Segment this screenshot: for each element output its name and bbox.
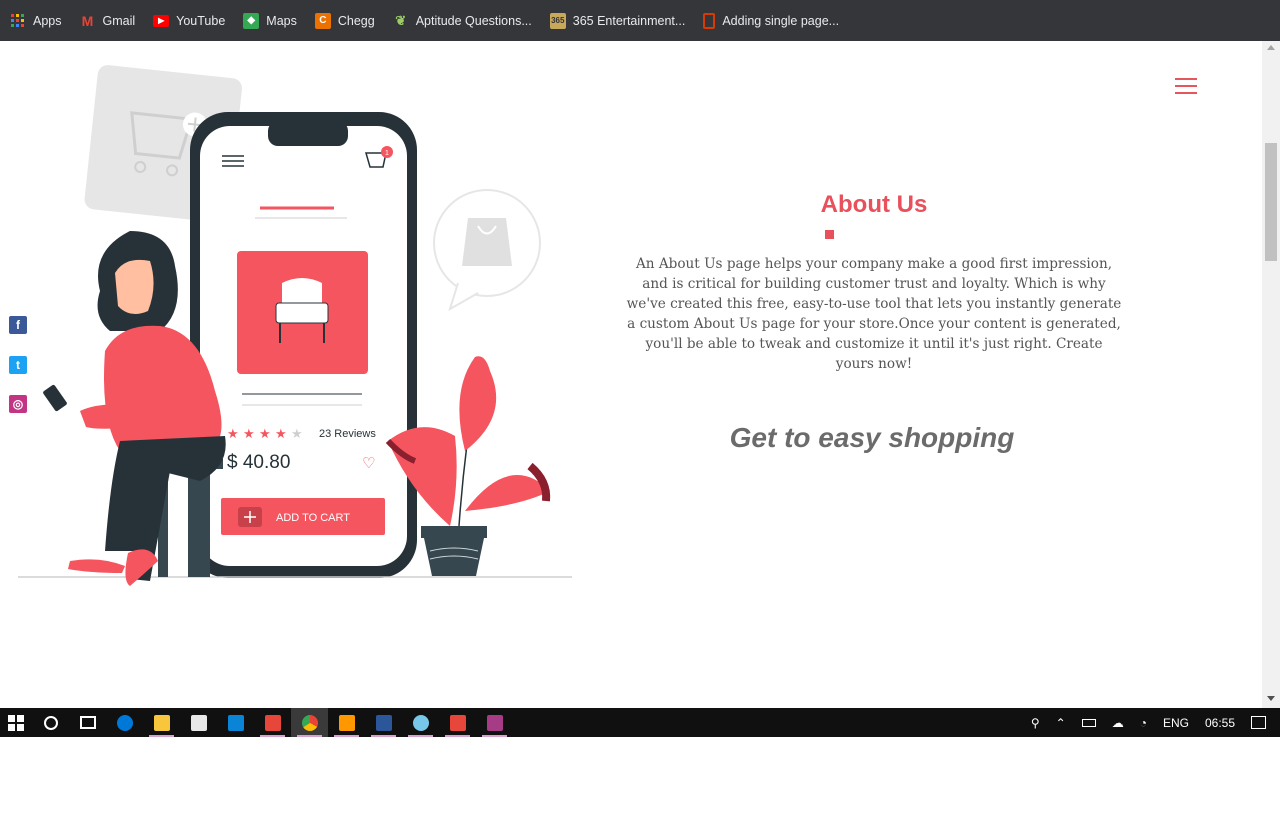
- system-tray: ⚲ ⌃ ☁ ◔ ENG 06:55: [1023, 708, 1280, 737]
- about-us-text: An About Us page helps your company make…: [626, 256, 1122, 372]
- twitter-icon[interactable]: t: [9, 356, 27, 374]
- bag-bubble: [433, 189, 541, 312]
- menu-bar: [1175, 92, 1197, 94]
- bookmark-gmail[interactable]: M Gmail: [80, 13, 136, 29]
- shopping-illustration: 1 ★ ★ ★ ★ ★ 23 Reviews $ 40.80 ♡ ADD TO …: [18, 65, 572, 586]
- bookmark-label: YouTube: [176, 13, 226, 28]
- page-content: 1 ★ ★ ★ ★ ★ 23 Reviews $ 40.80 ♡ ADD TO …: [0, 41, 1262, 708]
- bookmark-label: Apps: [33, 13, 62, 28]
- taskbar-paint[interactable]: [402, 708, 439, 737]
- taskbar-chrome[interactable]: [291, 708, 328, 737]
- circle-icon: [43, 715, 58, 730]
- notification-icon[interactable]: [1251, 716, 1266, 729]
- taskbar-edge[interactable]: [106, 708, 143, 737]
- rating-stars: ★ ★ ★ ★ ★: [227, 427, 303, 442]
- bookmark-adding-single-page[interactable]: Adding single page...: [703, 12, 840, 29]
- bookmark-youtube[interactable]: ▶ YouTube: [153, 14, 225, 28]
- chevron-up-icon[interactable]: ⌃: [1056, 716, 1066, 730]
- svg-text:★: ★: [275, 427, 287, 442]
- bookmark-365[interactable]: 365 365 Entertainment...: [549, 12, 686, 29]
- svg-text:★: ★: [291, 427, 303, 442]
- language-indicator[interactable]: ENG: [1163, 716, 1189, 730]
- task-view-icon: [79, 716, 96, 729]
- onedrive-icon[interactable]: ☁: [1112, 716, 1124, 730]
- bookmark-label: Gmail: [102, 13, 136, 28]
- heart-icon: ♡: [362, 454, 375, 472]
- wifi-icon[interactable]: ◔: [1140, 716, 1147, 730]
- windows-taskbar: ⚲ ⌃ ☁ ◔ ENG 06:55: [0, 708, 1280, 737]
- blank-area: [0, 737, 1280, 824]
- folder-icon: [153, 714, 170, 731]
- facebook-icon[interactable]: f: [9, 316, 27, 334]
- svg-text:★: ★: [227, 427, 239, 442]
- cortana-button[interactable]: [32, 708, 69, 737]
- taskbar-red-app-2[interactable]: [439, 708, 476, 737]
- mail-icon: [227, 714, 244, 731]
- bookmarks-bar: Apps M Gmail ▶ YouTube ◆ Maps C Chegg ❦ …: [0, 0, 1280, 41]
- maps-icon: ◆: [243, 12, 260, 29]
- task-view-button[interactable]: [69, 708, 106, 737]
- taskbar-sublime[interactable]: [328, 708, 365, 737]
- instagram-icon[interactable]: ◎: [9, 395, 27, 413]
- gmail-icon: M: [81, 12, 94, 29]
- bookmark-label: Adding single page...: [722, 13, 840, 28]
- facebook-glyph: f: [16, 318, 20, 332]
- bookmark-label: 365 Entertainment...: [572, 13, 686, 28]
- cart-badge: 1: [385, 150, 389, 157]
- menu-hamburger-button[interactable]: [1175, 78, 1197, 95]
- sublime-icon: [338, 714, 355, 731]
- chegg-icon: C: [314, 12, 331, 29]
- phone-mockup: 1 ★ ★ ★ ★ ★ 23 Reviews $ 40.80 ♡ ADD TO …: [190, 112, 417, 578]
- bookmark-chegg[interactable]: C Chegg: [314, 12, 375, 29]
- office-icon: [703, 12, 716, 29]
- youtube-icon: ▶: [153, 14, 170, 27]
- red-app-icon: [264, 714, 281, 731]
- taskbar-mail[interactable]: [217, 708, 254, 737]
- start-button[interactable]: [0, 708, 32, 737]
- winrar-icon: [486, 714, 503, 731]
- bookmark-label: Chegg: [337, 13, 375, 28]
- menu-bar: [1175, 85, 1197, 87]
- scroll-down-arrow-icon[interactable]: [1267, 696, 1275, 701]
- bookmark-label: Maps: [266, 13, 297, 28]
- red-app-2-icon: [449, 714, 466, 731]
- scrollbar-thumb[interactable]: [1265, 143, 1277, 261]
- reviews-count: 23 Reviews: [319, 428, 376, 440]
- people-icon[interactable]: ⚲: [1031, 716, 1040, 730]
- tagline: Get to easy shopping: [729, 422, 1015, 453]
- clock[interactable]: 06:55: [1205, 716, 1235, 730]
- bookmark-apps[interactable]: Apps: [10, 13, 62, 29]
- vertical-scrollbar[interactable]: [1262, 41, 1280, 708]
- about-us-title: About Us: [820, 191, 928, 218]
- leaf-icon: ❦: [395, 12, 407, 28]
- apps-grid-icon: [10, 13, 26, 29]
- bookmark-label: Aptitude Questions...: [415, 13, 532, 28]
- taskbar-word[interactable]: [365, 708, 402, 737]
- bookmark-maps[interactable]: ◆ Maps: [243, 12, 297, 29]
- chrome-icon: [301, 714, 318, 731]
- edge-icon: [116, 714, 133, 731]
- twitter-glyph: t: [16, 358, 20, 372]
- windows-logo-icon: [8, 714, 24, 731]
- svg-text:★: ★: [243, 427, 255, 442]
- paint-icon: [412, 714, 429, 731]
- 365-icon: 365: [549, 12, 566, 29]
- price-label: $ 40.80: [227, 452, 290, 473]
- battery-icon[interactable]: [1081, 718, 1096, 727]
- taskbar-file-explorer[interactable]: [143, 708, 180, 737]
- instagram-glyph: ◎: [12, 397, 24, 411]
- menu-bar: [1175, 78, 1197, 80]
- taskbar-red-app[interactable]: [254, 708, 291, 737]
- scroll-up-arrow-icon[interactable]: [1267, 45, 1275, 50]
- add-to-cart-label: ADD TO CART: [276, 512, 350, 524]
- bookmark-aptitude[interactable]: ❦ Aptitude Questions...: [393, 13, 532, 29]
- word-icon: [375, 714, 392, 731]
- store-icon: [190, 714, 207, 731]
- taskbar-winrar[interactable]: [476, 708, 513, 737]
- svg-text:★: ★: [259, 427, 271, 442]
- taskbar-store[interactable]: [180, 708, 217, 737]
- title-accent-dot: [825, 230, 834, 239]
